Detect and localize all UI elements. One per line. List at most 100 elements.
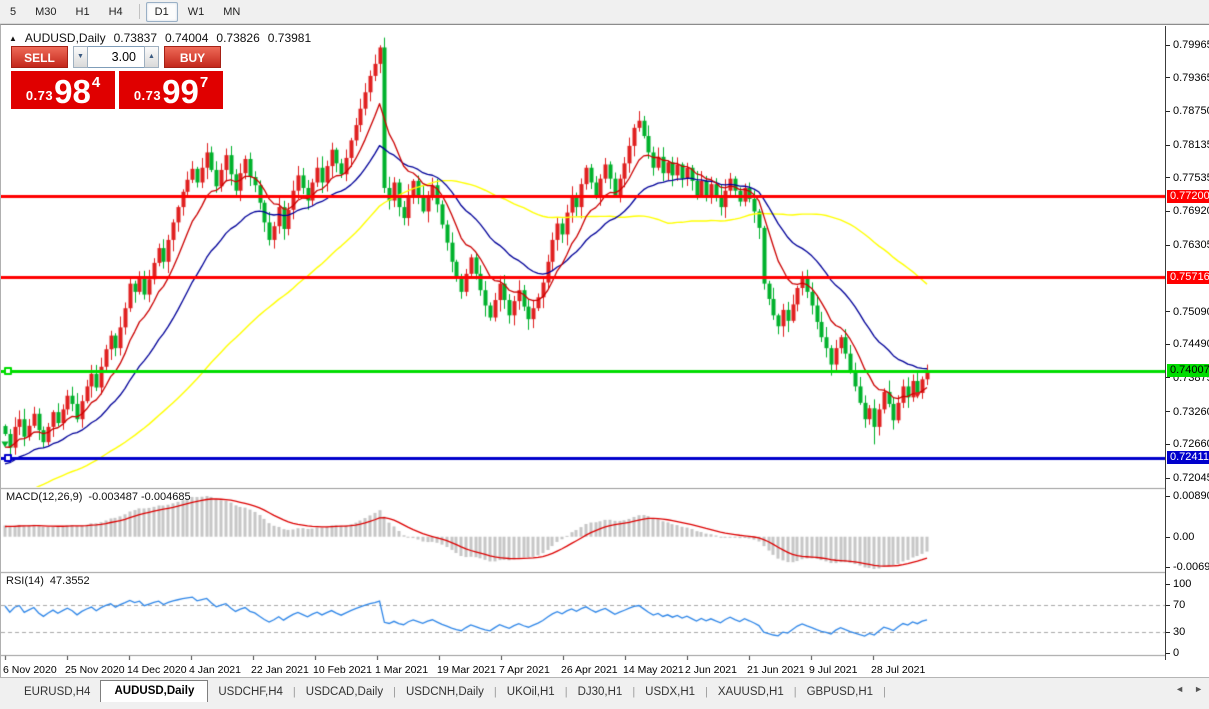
chart-tab[interactable]: GBPUSD,H1 [797, 682, 883, 702]
rsi-axis-tick: 70 [1173, 598, 1186, 611]
y-axis-tick: 0.78135 [1173, 139, 1209, 152]
timeframe-button-d1[interactable]: D1 [145, 1, 178, 22]
x-axis-date-label: 6 Nov 2020 [3, 664, 57, 676]
chart-tab-bar: EURUSD,H4 AUDUSD,Daily USDCHF,H4 | USDCAD,Da… [0, 677, 1209, 702]
x-axis-date-label: 21 Jun 2021 [747, 664, 805, 676]
x-axis-date-label: 7 Apr 2021 [499, 664, 550, 676]
y-axis-tick: 0.72045 [1173, 472, 1209, 484]
x-axis-date-label: 25 Nov 2020 [65, 664, 125, 676]
tab-scroll-right-icon[interactable]: ► [1194, 684, 1203, 694]
y-axis-tick: 0.72660 [1173, 438, 1209, 451]
ohlc-close: 0.73981 [267, 31, 312, 45]
bid-price-prefix: 0.73 [25, 88, 54, 103]
x-axis-date-label: 22 Jan 2021 [251, 664, 309, 676]
axis-tick-mark [1166, 567, 1170, 568]
macd-axis-tick: 0.008903 [1173, 490, 1209, 502]
macd-indicator-label: MACD(12,26,9) -0.003487 -0.004685 [6, 491, 191, 503]
axis-tick-mark [1166, 245, 1170, 246]
sell-button[interactable]: SELL [11, 46, 68, 68]
axis-tick-mark [1166, 177, 1170, 178]
rsi-value: 47.3552 [49, 575, 90, 587]
x-axis-date-label: 14 May 2021 [623, 664, 684, 676]
timeframe-button-h4[interactable]: H4 [100, 2, 132, 22]
x-axis-date-label: 10 Feb 2021 [313, 664, 372, 676]
rsi-axis-tick: 30 [1173, 626, 1186, 639]
x-axis-date-label: 28 Jul 2021 [871, 664, 926, 676]
y-axis-tick: 0.78750 [1173, 105, 1209, 118]
y-axis-tick: 0.76920 [1173, 205, 1209, 218]
axis-tick-mark [1166, 311, 1170, 312]
macd-axis-tick: 0.00 [1173, 530, 1195, 543]
x-axis-date-label: 19 Mar 2021 [437, 664, 496, 676]
price-line-label: 0.75716 [1167, 270, 1209, 284]
chart-tab[interactable]: USDCHF,H4 [208, 682, 293, 702]
timeframe-button-m30[interactable]: M30 [26, 2, 65, 22]
price-axis[interactable]: 0.79965 0.79365 0.78750 0.78135 0.77535 0.769… [1165, 26, 1209, 660]
chart-tab[interactable]: DJ30,H1 [568, 682, 633, 702]
ohlc-low: 0.73826 [216, 31, 260, 45]
timeframe-button-5[interactable]: 5 [1, 2, 25, 22]
y-axis-tick: 0.77535 [1173, 171, 1209, 184]
x-axis-date-label: 2 Jun 2021 [685, 664, 737, 676]
axis-tick-mark [1166, 344, 1170, 345]
x-axis-date-label: 14 Dec 2020 [127, 664, 187, 676]
timeframe-button-w1[interactable]: W1 [179, 2, 214, 22]
macd-axis-tick: -0.006977 [1173, 561, 1209, 573]
chart-tab[interactable]: USDCAD,Daily [296, 682, 393, 702]
bid-price-box[interactable]: 0.73 98 4 [11, 71, 115, 109]
y-axis-tick: 0.76305 [1173, 239, 1209, 252]
chart-window: ▲ AUDUSD,Daily 0.73837 0.74004 0.73826 0… [0, 24, 1209, 678]
chart-symbol-label: AUDUSD,Daily [24, 31, 106, 45]
axis-tick-mark [1166, 496, 1170, 497]
chart-tab[interactable]: XAUUSD,H1 [708, 682, 794, 702]
buy-button[interactable]: BUY [164, 46, 221, 68]
axis-tick-mark [1166, 45, 1170, 46]
axis-tick-mark [1166, 584, 1170, 585]
ask-price-big: 99 [162, 73, 199, 110]
y-axis-tick: 0.79965 [1173, 39, 1209, 51]
timeframe-toolbar: 5 M30 H1 H4 D1 W1 MN [0, 0, 1209, 24]
price-line-label: 0.77200 [1167, 189, 1209, 203]
axis-tick-mark [1166, 111, 1170, 112]
axis-tick-mark [1166, 478, 1170, 479]
rsi-name: RSI(14) [6, 575, 44, 587]
chart-tab[interactable]: AUDUSD,Daily [100, 680, 209, 702]
axis-tick-mark [1166, 537, 1170, 538]
tab-separator: | [883, 686, 886, 698]
chart-tab[interactable]: USDX,H1 [635, 682, 705, 702]
x-axis-date-label: 9 Jul 2021 [809, 664, 858, 676]
rsi-axis-tick: 0 [1173, 647, 1180, 659]
tab-scroll-buttons: ◄ ► [1175, 684, 1203, 694]
one-click-trade-widget: SELL ▼ ▲ BUY 0.73 98 4 0.73 99 7 [11, 46, 226, 109]
volume-input[interactable] [88, 46, 144, 68]
ask-price-prefix: 0.73 [133, 88, 162, 103]
ohlc-high: 0.74004 [165, 31, 209, 45]
volume-decrease-button[interactable]: ▼ [73, 46, 88, 68]
timeframe-button-h1[interactable]: H1 [67, 2, 99, 22]
y-axis-tick: 0.75090 [1173, 305, 1209, 318]
timeframe-button-mn[interactable]: MN [214, 2, 249, 22]
chart-tab[interactable]: UKOil,H1 [497, 682, 565, 702]
ohlc-open: 0.73837 [113, 31, 157, 45]
axis-tick-mark [1166, 653, 1170, 654]
toolbar-separator [138, 4, 140, 19]
volume-increase-button[interactable]: ▲ [144, 46, 159, 68]
axis-tick-mark [1166, 632, 1170, 633]
ask-price-sup: 7 [199, 74, 209, 91]
axis-tick-mark [1166, 444, 1170, 445]
bid-price-sup: 4 [91, 74, 101, 91]
date-axis[interactable]: 6 Nov 2020 25 Nov 2020 14 Dec 2020 4 Jan 20… [1, 660, 1165, 678]
tab-scroll-left-icon[interactable]: ◄ [1175, 684, 1184, 694]
axis-tick-mark [1166, 411, 1170, 412]
price-chart-canvas[interactable] [1, 26, 1166, 660]
axis-tick-mark [1166, 145, 1170, 146]
chart-tab[interactable]: EURUSD,H4 [14, 682, 100, 702]
y-axis-tick: 0.79365 [1173, 71, 1209, 84]
price-line-label: 0.72411 [1167, 451, 1209, 465]
chart-tab[interactable]: USDCNH,Daily [396, 682, 494, 702]
collapse-arrow-icon[interactable]: ▲ [9, 34, 17, 43]
trading-terminal: 5 M30 H1 H4 D1 W1 MN ▲ AUDUSD,Daily 0.73837 0.… [0, 0, 1209, 709]
ask-price-box[interactable]: 0.73 99 7 [119, 71, 223, 109]
x-axis-date-label: 1 Mar 2021 [375, 664, 429, 676]
y-axis-tick: 0.74490 [1173, 338, 1209, 351]
